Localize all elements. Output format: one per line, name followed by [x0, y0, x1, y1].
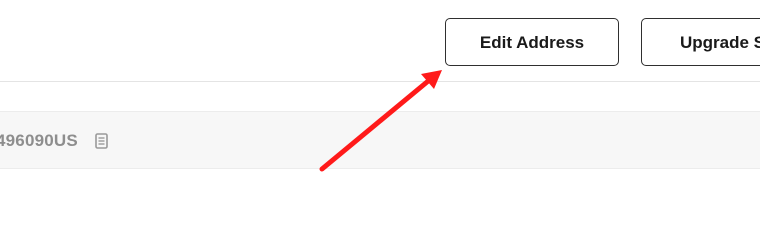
copy-icon[interactable]	[95, 133, 108, 149]
tracking-id-text: 496090US	[0, 131, 78, 150]
edit-address-button[interactable]: Edit Address	[445, 18, 619, 66]
upgrade-button[interactable]: Upgrade S	[641, 18, 760, 66]
page: Edit Address Upgrade S 496090US	[0, 0, 760, 240]
tracking-id-row: 496090US	[0, 111, 760, 169]
header-divider	[0, 81, 760, 82]
annotation-arrow-head	[421, 70, 442, 89]
